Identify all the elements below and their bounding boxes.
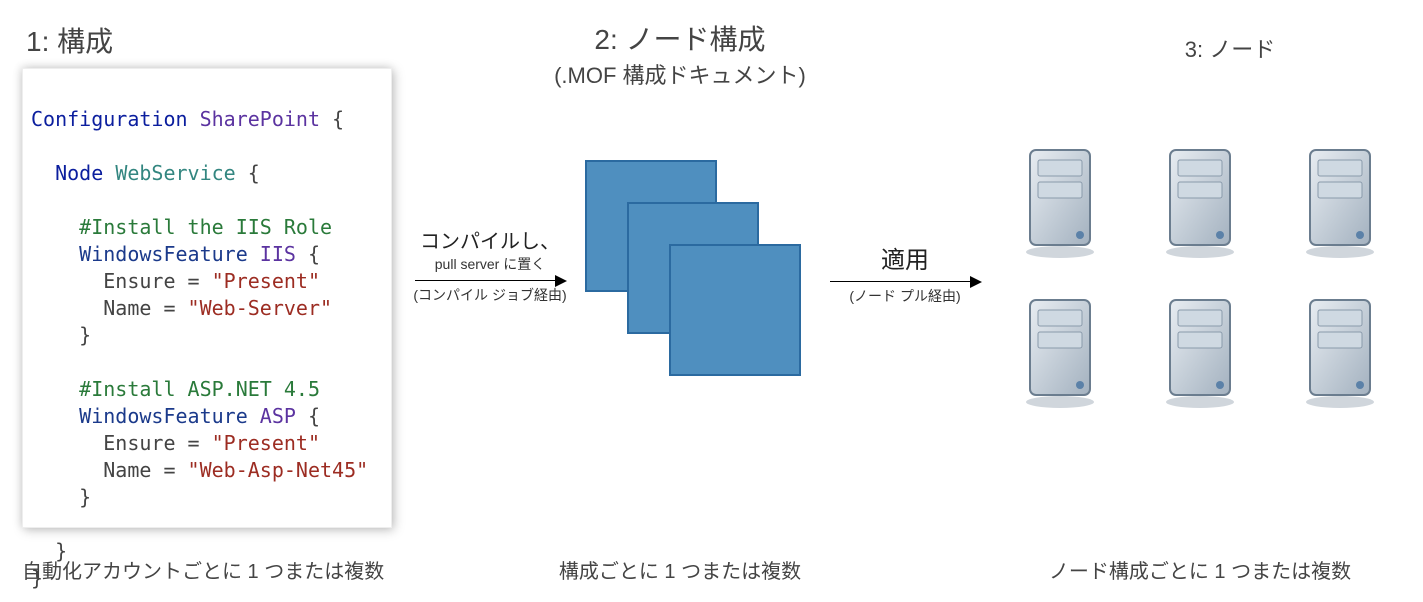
code-box: Configuration SharePoint { Node WebServi… (22, 68, 392, 528)
ensure-key2: Ensure = (103, 431, 211, 455)
heading-nodes: 3: ノード (1060, 32, 1400, 64)
server-grid (1020, 140, 1400, 410)
caption-col2: 構成ごとに 1 つまたは複数 (520, 555, 840, 584)
col-node-config: 2: ノード構成 (.MOF 構成ドキュメント) (500, 18, 860, 90)
name-key2: Name = (103, 458, 187, 482)
type-wf2: WindowsFeature (79, 404, 248, 428)
name-sharepoint: SharePoint (200, 107, 320, 131)
comment-iis: #Install the IIS Role (79, 215, 332, 239)
server-icon (1300, 140, 1390, 260)
brace: { (236, 161, 260, 185)
arrow1-below: (コンパイル ジョブ経由) (405, 285, 575, 305)
arrow1-line2: pull server に置く (405, 254, 575, 274)
arrow1-line (415, 280, 565, 281)
server-icon (1160, 140, 1250, 260)
arrow1-line1: コンパイルし、 (405, 225, 575, 254)
kw-node: Node (55, 161, 103, 185)
caption-col1: 自動化アカウントごとに 1 つまたは複数 (22, 555, 392, 584)
brace-close1: } (79, 323, 91, 347)
name-iis: IIS (260, 242, 296, 266)
mof-doc-icon (669, 244, 801, 376)
brace-close2: } (79, 485, 91, 509)
server-icon (1160, 290, 1250, 410)
name-webservice: WebService (115, 161, 235, 185)
server-icon (1300, 290, 1390, 410)
arrow2-line (830, 281, 980, 282)
name-asp: ASP (260, 404, 296, 428)
server-icon (1020, 290, 1110, 410)
type-wf1: WindowsFeature (79, 242, 248, 266)
mof-documents (585, 160, 795, 380)
server-icon (1020, 140, 1110, 260)
brace: { (320, 107, 344, 131)
sub-mof: (.MOF 構成ドキュメント) (500, 58, 860, 90)
comment-asp: #Install ASP.NET 4.5 (79, 377, 320, 401)
name-val1: "Web-Server" (188, 296, 333, 320)
brace: { (296, 404, 320, 428)
heading-node-config: 2: ノード構成 (500, 18, 860, 58)
arrow2-below: (ノード プル経由) (820, 286, 990, 306)
caption-col3: ノード構成ごとに 1 つまたは複数 (1000, 555, 1400, 584)
kw-configuration: Configuration (31, 107, 188, 131)
ensure-key1: Ensure = (103, 269, 211, 293)
col-configuration: 1: 構成 (26, 20, 396, 60)
heading-configuration: 1: 構成 (26, 20, 396, 60)
col-nodes: 3: ノード (1060, 32, 1400, 64)
ensure-val1: "Present" (212, 269, 320, 293)
arrow-apply: 適用 (ノード プル経由) (820, 240, 990, 306)
arrow2-line1: 適用 (820, 240, 990, 275)
name-val2: "Web-Asp-Net45" (188, 458, 369, 482)
brace: { (296, 242, 320, 266)
arrow-compile: コンパイルし、 pull server に置く (コンパイル ジョブ経由) (405, 225, 575, 305)
name-key1: Name = (103, 296, 187, 320)
ensure-val2: "Present" (212, 431, 320, 455)
